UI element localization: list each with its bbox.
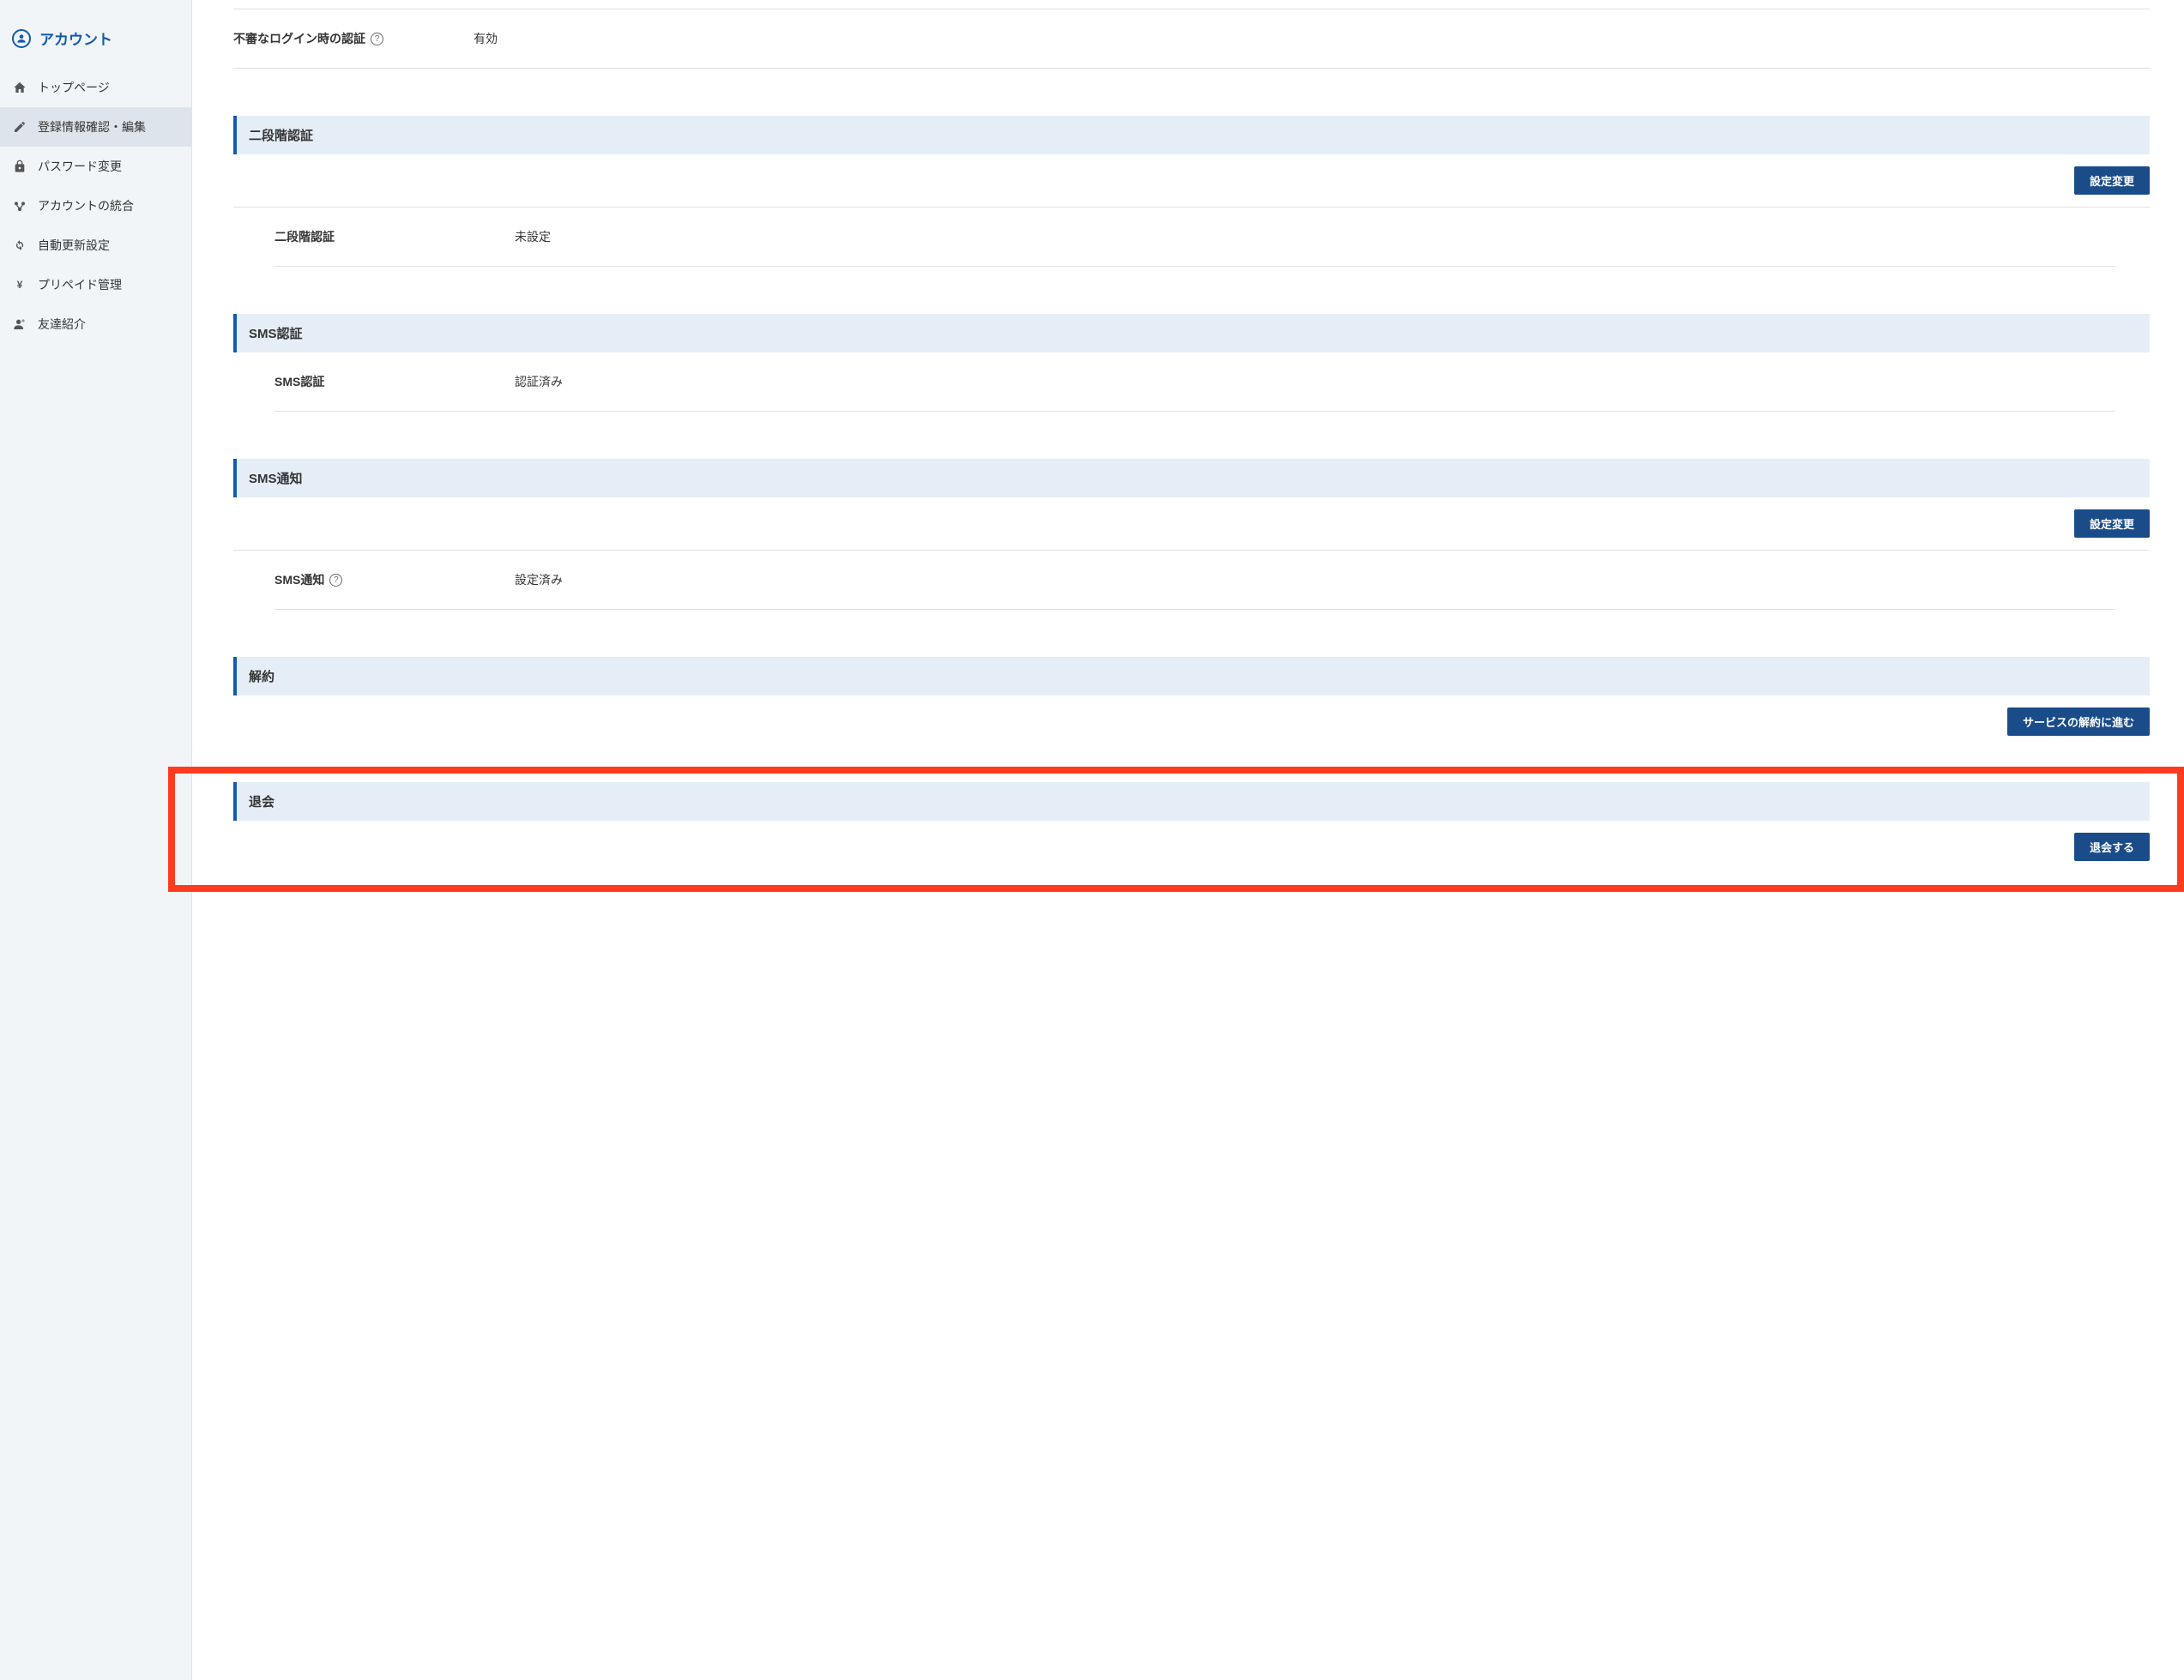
sidebar-title: アカウント	[39, 27, 112, 49]
yen-icon: ¥	[12, 277, 27, 292]
sidebar-item-top[interactable]: トップページ	[0, 68, 191, 107]
cancel-service-button[interactable]: サービスの解約に進む	[2007, 708, 2150, 736]
cancel-button-row: サービスの解約に進む	[233, 695, 2150, 748]
sms-auth-row-value: 認証済み	[515, 373, 563, 390]
suspicious-login-label: 不審なログイン時の認証	[233, 30, 365, 47]
sidebar: アカウント トップページ 登録情報確認・編集 パスワード変更 アカウントの統合	[0, 0, 192, 1680]
refresh-icon	[12, 238, 27, 253]
sidebar-item-label: 自動更新設定	[38, 237, 110, 254]
sidebar-item-label: 友達紹介	[38, 316, 86, 333]
two-factor-row-value: 未設定	[515, 228, 551, 245]
section-cancel: 解約 サービスの解約に進む	[233, 657, 2150, 748]
sidebar-item-referral[interactable]: 友達紹介	[0, 304, 191, 344]
suspicious-login-value: 有効	[474, 30, 498, 47]
sidebar-item-label: 登録情報確認・編集	[38, 118, 146, 135]
row-suspicious-login: 不審なログイン時の認証 ? 有効	[233, 9, 2150, 69]
row-sms-notify: SMS通知 ? 設定済み	[275, 551, 2115, 610]
withdraw-button-row: 退会する	[233, 821, 2150, 873]
person-icon	[12, 316, 27, 332]
merge-icon	[12, 198, 27, 214]
section-withdraw: 退会 退会する	[233, 782, 2150, 873]
sms-auth-heading: SMS認証	[233, 314, 2150, 352]
sidebar-item-label: アカウントの統合	[38, 197, 134, 214]
edit-icon	[12, 119, 27, 135]
sidebar-item-password[interactable]: パスワード変更	[0, 147, 191, 186]
row-two-factor: 二段階認証 未設定	[275, 208, 2115, 267]
sms-notify-row-value: 設定済み	[515, 571, 563, 588]
main-content: 不審なログイン時の認証 ? 有効 二段階認証 設定変更 二段階認証 未設定 SM…	[192, 0, 2184, 1680]
section-sms-auth: SMS認証 SMS認証 認証済み	[233, 314, 2150, 412]
two-factor-row-label: 二段階認証	[275, 228, 515, 245]
withdraw-button[interactable]: 退会する	[2074, 833, 2150, 861]
two-factor-heading: 二段階認証	[233, 116, 2150, 154]
sidebar-item-prepaid[interactable]: ¥ プリペイド管理	[0, 265, 191, 304]
sidebar-item-label: トップページ	[38, 79, 110, 96]
sms-auth-row-label: SMS認証	[275, 373, 515, 390]
sidebar-item-edit-info[interactable]: 登録情報確認・編集	[0, 107, 191, 147]
section-two-factor: 二段階認証 設定変更 二段階認証 未設定	[233, 116, 2150, 267]
account-icon	[12, 29, 31, 48]
sidebar-item-autorenew[interactable]: 自動更新設定	[0, 226, 191, 265]
sidebar-item-label: パスワード変更	[38, 158, 122, 175]
cancel-heading: 解約	[233, 657, 2150, 695]
sidebar-header: アカウント	[0, 17, 191, 68]
withdraw-heading: 退会	[233, 782, 2150, 821]
home-icon	[12, 80, 27, 95]
sms-notify-heading: SMS通知	[233, 459, 2150, 497]
section-sms-notify: SMS通知 設定変更 SMS通知 ? 設定済み	[233, 459, 2150, 610]
svg-text:¥: ¥	[17, 279, 23, 291]
sidebar-item-merge[interactable]: アカウントの統合	[0, 186, 191, 226]
lock-icon	[12, 159, 27, 174]
row-label: SMS通知 ?	[275, 571, 515, 588]
sms-notify-settings-button[interactable]: 設定変更	[2074, 509, 2150, 538]
row-sms-auth: SMS認証 認証済み	[275, 352, 2115, 412]
sms-notify-button-row: 設定変更	[233, 497, 2150, 551]
two-factor-settings-button[interactable]: 設定変更	[2074, 166, 2150, 195]
sms-notify-row-label: SMS通知	[275, 571, 324, 588]
row-label: 不審なログイン時の認証 ?	[233, 30, 474, 47]
help-icon[interactable]: ?	[371, 33, 383, 45]
two-factor-button-row: 設定変更	[233, 154, 2150, 208]
sidebar-item-label: プリペイド管理	[38, 276, 122, 293]
help-icon[interactable]: ?	[329, 574, 342, 587]
